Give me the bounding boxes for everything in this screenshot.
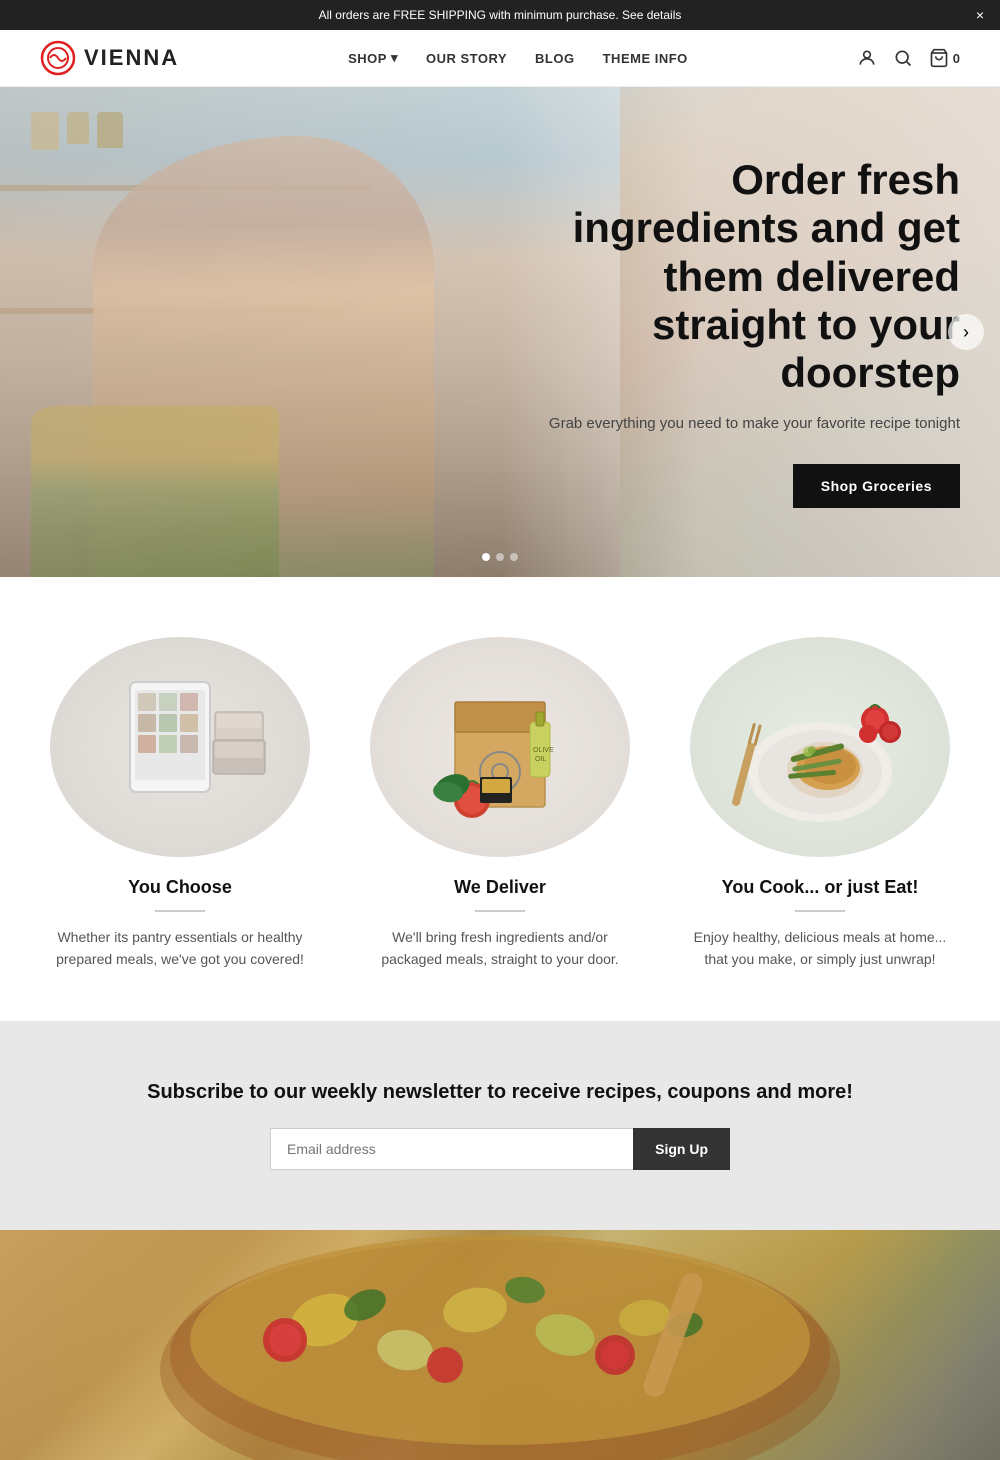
svg-text:OLIVE: OLIVE (533, 747, 554, 754)
account-button[interactable] (857, 48, 877, 68)
announcement-bar: All orders are FREE SHIPPING with minimu… (0, 0, 1000, 30)
bottom-food-image (0, 1230, 1000, 1460)
hero-dot-3[interactable] (510, 553, 518, 561)
feature-divider-choose (155, 910, 205, 912)
svg-text:OIL: OIL (535, 756, 546, 763)
account-icon (857, 48, 877, 68)
feature-title-choose: You Choose (40, 877, 320, 898)
feature-divider-deliver (475, 910, 525, 912)
feature-item-deliver: OLIVE OIL We Deliver We'll bring fresh i… (360, 637, 640, 971)
delivery-box-illustration: OLIVE OIL (400, 662, 600, 832)
hero-section: Order fresh ingredients and get them del… (0, 87, 1000, 577)
newsletter-email-input[interactable] (270, 1128, 633, 1170)
announcement-close-button[interactable]: × (976, 8, 984, 22)
newsletter-signup-button[interactable]: Sign Up (633, 1128, 730, 1170)
newsletter-title: Subscribe to our weekly newsletter to re… (40, 1081, 960, 1104)
features-section: You Choose Whether its pantry essentials… (0, 577, 1000, 1021)
feature-item-cook: You Cook... or just Eat! Enjoy healthy, … (680, 637, 960, 971)
nav-shop[interactable]: SHOP ▾ (348, 50, 398, 66)
hero-dot-2[interactable] (496, 553, 504, 561)
announcement-text: All orders are FREE SHIPPING with minimu… (319, 8, 682, 22)
logo-text: VIENNA (84, 45, 179, 71)
nav-theme-info[interactable]: THEME INFO (603, 51, 688, 66)
nav-our-story[interactable]: OUR STORY (426, 51, 507, 66)
chevron-right-icon: › (963, 322, 969, 343)
cart-count: 0 (953, 51, 960, 66)
hero-content: Order fresh ingredients and get them del… (510, 156, 960, 508)
hero-next-arrow[interactable]: › (948, 314, 984, 350)
search-button[interactable] (893, 48, 913, 68)
header: VIENNA SHOP ▾ OUR STORY BLOG THEME INFO (0, 30, 1000, 87)
feature-image-choose (50, 637, 310, 857)
logo-icon (40, 40, 76, 76)
feature-item-choose: You Choose Whether its pantry essentials… (40, 637, 320, 971)
main-nav: SHOP ▾ OUR STORY BLOG THEME INFO (348, 50, 688, 66)
cart-button[interactable]: 0 (929, 48, 960, 68)
header-icons: 0 (857, 48, 960, 68)
salad-bowl-container (125, 1230, 875, 1460)
salad-bowl-svg (125, 1230, 875, 1460)
tablet-groceries-illustration (80, 662, 280, 832)
search-icon (893, 48, 913, 68)
features-grid: You Choose Whether its pantry essentials… (40, 637, 960, 971)
feature-image-cook (690, 637, 950, 857)
shop-groceries-button[interactable]: Shop Groceries (793, 464, 960, 508)
feature-title-deliver: We Deliver (360, 877, 640, 898)
feature-desc-choose: Whether its pantry essentials or healthy… (50, 926, 310, 971)
logo-link[interactable]: VIENNA (40, 40, 179, 76)
feature-desc-cook: Enjoy healthy, delicious meals at home..… (690, 926, 950, 971)
shop-chevron-icon: ▾ (391, 50, 398, 66)
newsletter-form: Sign Up (270, 1128, 730, 1170)
hero-carousel-dots (482, 553, 518, 561)
hero-title: Order fresh ingredients and get them del… (510, 156, 960, 397)
feature-desc-deliver: We'll bring fresh ingredients and/or pac… (370, 926, 630, 971)
feature-divider-cook (795, 910, 845, 912)
plated-food-illustration (720, 662, 920, 832)
newsletter-section: Subscribe to our weekly newsletter to re… (0, 1021, 1000, 1230)
feature-title-cook: You Cook... or just Eat! (680, 877, 960, 898)
cart-icon (929, 48, 949, 68)
hero-dot-1[interactable] (482, 553, 490, 561)
feature-image-deliver: OLIVE OIL (370, 637, 630, 857)
nav-blog[interactable]: BLOG (535, 51, 575, 66)
hero-subtitle: Grab everything you need to make your fa… (510, 413, 960, 436)
